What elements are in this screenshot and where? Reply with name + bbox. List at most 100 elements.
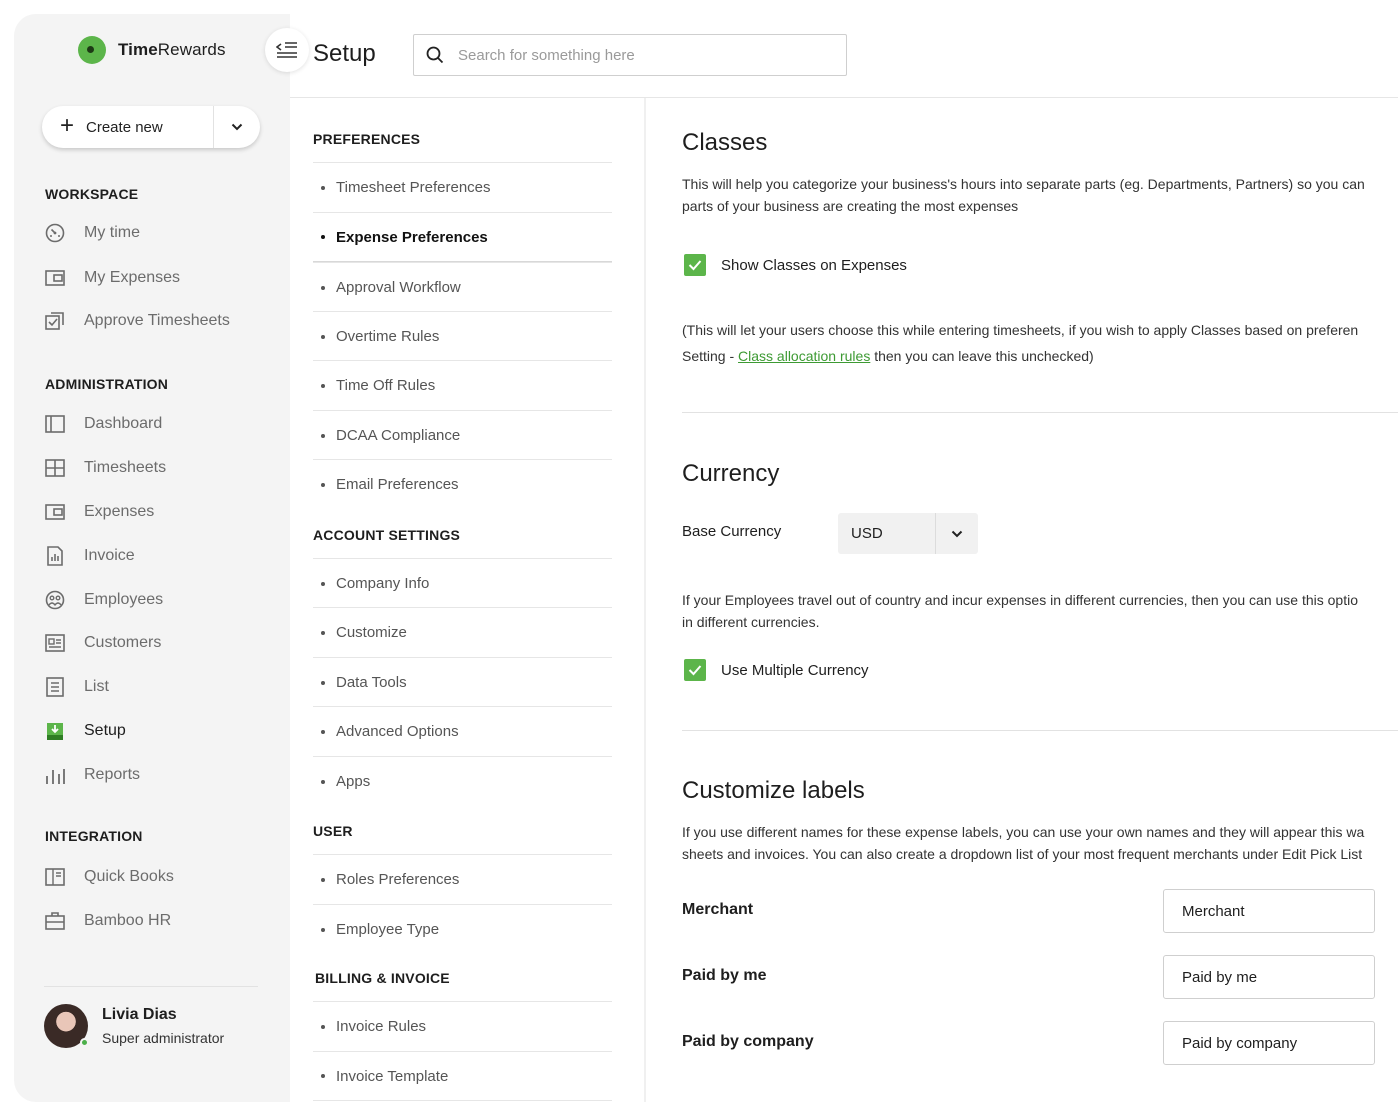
bullet [321,1024,325,1029]
settings-nav: PREFERENCES Timesheet Preferences Expens… [290,98,645,1114]
sidebar-item-customers[interactable]: Customers [44,632,161,654]
sidebar-item-label: Expenses [84,503,155,520]
base-currency-select[interactable]: USD [838,513,978,554]
sidebar-item-approve-timesheets[interactable]: Approve Timesheets [44,310,230,332]
currency-description: If your Employees travel out of country … [682,589,1398,633]
settings-item-invoice-template[interactable]: Invoice Template [313,1051,612,1101]
settings-item-dcaa-compliance[interactable]: DCAA Compliance [313,410,612,460]
settings-item-company-info[interactable]: Company Info [313,558,612,608]
sidebar-divider [44,986,258,987]
collapse-menu-icon [276,42,297,58]
settings-item-expense-preferences[interactable]: Expense Preferences [313,212,612,262]
sidebar-item-quick-books[interactable]: Quick Books [44,866,174,888]
sidebar-item-label: List [84,678,109,695]
checkbox-checked-icon [684,659,706,681]
sidebar-item-label: My Expenses [84,269,181,286]
sidebar-item-label: Quick Books [84,868,174,885]
bullet [321,482,325,487]
currency-description-line-2: in different currencies. [682,614,820,630]
settings-item-overtime-rules[interactable]: Overtime Rules [313,311,612,361]
list-icon [44,676,66,698]
brand[interactable]: TimeRewards [78,36,226,64]
sidebar-item-reports[interactable]: Reports [44,764,140,786]
sidebar-item-label: Dashboard [84,415,163,432]
settings-item-label: Employee Type [336,921,440,938]
merchant-label: Merchant [682,901,754,918]
settings-item-label: Approval Workflow [336,279,461,296]
bullet [321,877,325,882]
settings-item-employee-type[interactable]: Employee Type [313,904,612,954]
settings-content: Classes This will help you categorize yo… [646,98,1398,1114]
classes-title: Classes [682,129,768,156]
settings-item-customize[interactable]: Customize [313,607,612,657]
class-allocation-rules-link[interactable]: Class allocation rules [738,348,870,364]
sidebar-item-label: Timesheets [84,459,167,476]
settings-item-advanced-options[interactable]: Advanced Options [313,706,612,756]
settings-item-timesheet-preferences[interactable]: Timesheet Preferences [313,162,612,212]
settings-item-label: Time Off Rules [336,377,436,394]
sidebar-item-employees[interactable]: Employees [44,589,163,611]
bullet [321,630,325,635]
sidebar-item-bamboo-hr[interactable]: Bamboo HR [44,910,171,932]
sidebar-item-expenses[interactable]: Expenses [44,501,154,523]
customize-labels-description-line-2: sheets and invoices. You can also create… [682,846,1363,862]
settings-item-roles-preferences[interactable]: Roles Preferences [313,854,612,904]
user-group-title: USER [313,823,353,839]
settings-item-label: Timesheet Preferences [336,179,491,196]
invoice-icon [44,545,66,567]
sidebar-item-label: Approve Timesheets [84,312,230,329]
approve-icon [44,310,66,332]
grid-icon [44,457,66,479]
sidebar-item-setup[interactable]: Setup [44,720,126,742]
settings-item-time-off-rules[interactable]: Time Off Rules [313,360,612,410]
classes-note-prefix: Setting - [682,348,739,364]
sidebar-item-list[interactable]: List [44,676,109,698]
sidebar-item-my-time[interactable]: My time [44,222,140,244]
plus-icon: + [60,112,75,139]
user-profile[interactable]: Livia Dias Super administrator [44,1004,224,1048]
billing-invoice-group-title: BILLING & INVOICE [315,970,450,986]
settings-item-approval-workflow[interactable]: Approval Workflow [313,262,612,312]
classes-note-suffix: then you can leave this unchecked) [870,348,1094,364]
search-icon [426,46,444,64]
paid-by-company-input[interactable] [1163,1021,1375,1065]
use-multiple-currency-checkbox[interactable]: Use Multiple Currency [684,659,869,681]
create-new-label: Create new [86,118,163,136]
search-input[interactable] [458,46,818,64]
show-classes-checkbox[interactable]: Show Classes on Expenses [684,254,907,276]
bullet [321,433,325,438]
customize-labels-title: Customize labels [682,777,865,804]
settings-item-invoice-rules[interactable]: Invoice Rules [313,1001,612,1051]
sidebar-item-label: My time [84,224,140,241]
sidebar-item-label: Bamboo HR [84,912,172,929]
classes-description: This will help you categorize your busin… [682,173,1398,217]
merchant-input[interactable] [1163,889,1375,933]
collapse-sidebar-button[interactable] [265,28,309,72]
online-status-dot [80,1038,89,1047]
sidebar-item-timesheets[interactable]: Timesheets [44,457,166,479]
bullet [321,235,325,239]
settings-item-label: Company Info [336,575,430,592]
settings-item-email-preferences[interactable]: Email Preferences [313,459,612,509]
sidebar-item-dashboard[interactable]: Dashboard [44,413,162,435]
sidebar: TimeRewards + Create new WORKSPACE My ti… [14,14,290,1102]
chevron-down-icon [936,530,978,538]
administration-section-title: ADMINISTRATION [45,376,169,392]
bullet [321,779,325,784]
sidebar-item-my-expenses[interactable]: My Expenses [44,267,180,289]
settings-item-data-tools[interactable]: Data Tools [313,657,612,707]
integration-section-title: INTEGRATION [45,828,143,844]
checkbox-checked-icon [684,254,706,276]
settings-item-label: Overtime Rules [336,328,440,345]
paid-by-company-label: Paid by company [682,1033,814,1050]
sidebar-item-invoice[interactable]: Invoice [44,545,135,567]
preferences-group-title: PREFERENCES [313,131,421,147]
settings-item-apps[interactable]: Apps [313,756,612,806]
paid-by-me-input[interactable] [1163,955,1375,999]
sidebar-item-label: Customers [84,634,162,651]
use-multiple-currency-label: Use Multiple Currency [721,661,869,679]
create-new-dropdown[interactable] [214,106,260,148]
reports-icon [44,764,66,786]
classes-description-line-2: parts of your business are creating the … [682,198,1019,214]
create-new-main[interactable]: + Create new [42,106,214,148]
